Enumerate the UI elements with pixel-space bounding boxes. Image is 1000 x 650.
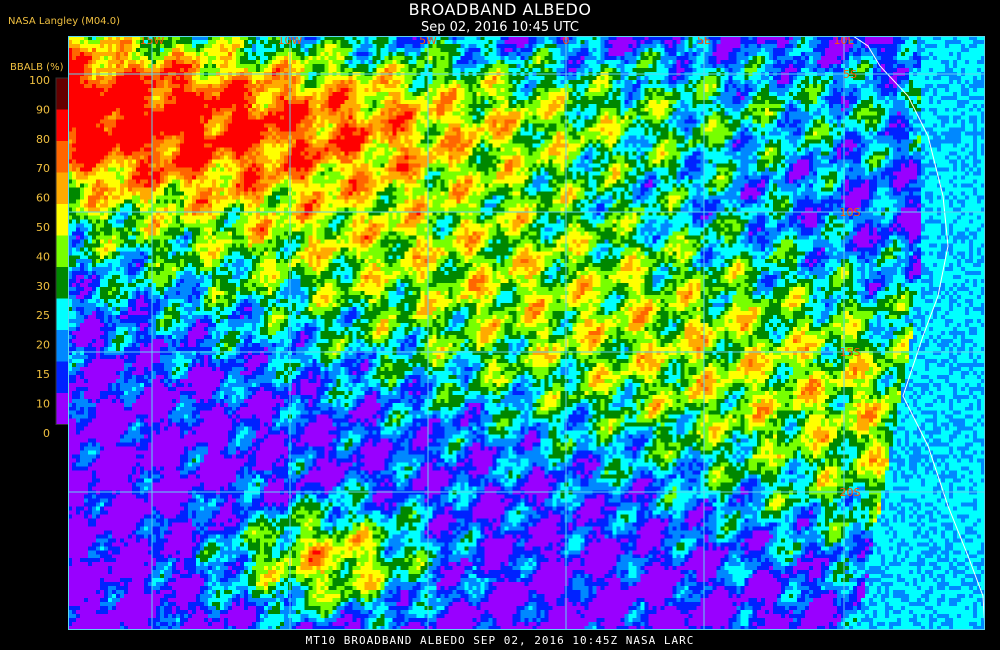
timestamp: Sep 02, 2016 10:45 UTC xyxy=(420,20,580,35)
legend-tick-label: 0 xyxy=(43,427,50,440)
legend-tick-label: 15 xyxy=(36,368,50,381)
longitude-label: 15W xyxy=(140,36,165,47)
legend-tick-label: 30 xyxy=(36,280,50,293)
footer-caption: MT10 BROADBAND ALBEDO SEP 02, 2016 10:45… xyxy=(305,634,695,647)
legend-tick-label: 10 xyxy=(36,397,50,410)
legend-tick-label: 20 xyxy=(36,339,50,352)
albedo-map: 15W 10W 5W 0 5E 10E 5S 10S 15S 20S xyxy=(68,36,985,630)
longitude-label: 10W xyxy=(278,36,303,47)
albedo-field xyxy=(68,36,985,630)
legend-tick-label: 60 xyxy=(36,192,50,205)
legend-tick-label: 90 xyxy=(36,103,50,116)
legend-tick-label: 25 xyxy=(36,309,50,322)
credit-label: NASA Langley (M04.0) xyxy=(8,16,120,27)
latitude-label: 5S xyxy=(843,68,857,81)
longitude-label: 0 xyxy=(563,36,570,47)
longitude-label: 5W xyxy=(419,36,437,47)
legend-tick-label: 80 xyxy=(36,133,50,146)
latitude-label: 20S xyxy=(840,486,861,499)
legend-tick-label: 70 xyxy=(36,162,50,175)
longitude-label: 10E xyxy=(834,36,855,47)
legend-tick-label: 100 xyxy=(29,74,50,87)
latitude-label: 10S xyxy=(840,206,861,219)
legend-tick-label: 50 xyxy=(36,221,50,234)
legend-tick-label: 40 xyxy=(36,250,50,263)
latitude-label: 15S xyxy=(840,346,861,359)
page-title: BROADBAND ALBEDO xyxy=(408,0,592,19)
longitude-label: 5E xyxy=(697,36,711,47)
